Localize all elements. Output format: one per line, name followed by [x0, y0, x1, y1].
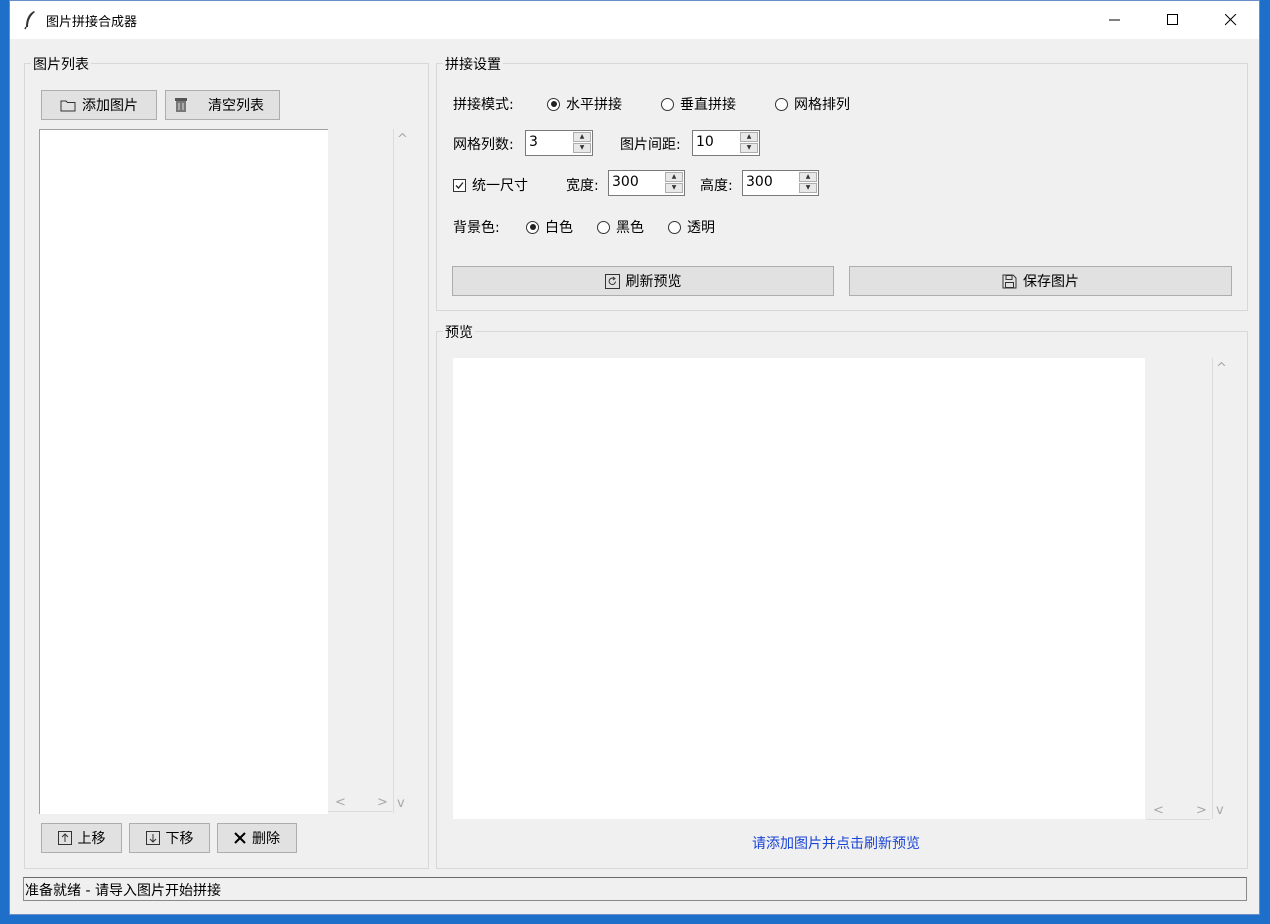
folder-icon [60, 99, 76, 112]
delete-button[interactable]: 删除 [217, 823, 297, 853]
scroll-right-icon[interactable]: > [1196, 803, 1207, 818]
spacing-label: 图片间距: [620, 137, 681, 153]
checkbox-checked-icon [453, 178, 466, 192]
list-vscrollbar[interactable] [393, 129, 394, 813]
arrow-up-icon [57, 831, 72, 845]
width-spinbox[interactable]: ▲▼ [608, 170, 685, 196]
uniform-size-label: 统一尺寸 [472, 178, 528, 194]
height-spinbox[interactable]: ▲▼ [742, 170, 819, 196]
spin-up-icon[interactable]: ▲ [665, 172, 683, 182]
spin-down-icon[interactable]: ▼ [573, 143, 591, 153]
scroll-right-icon[interactable]: > [377, 795, 388, 810]
close-x-icon [234, 832, 246, 844]
scroll-left-icon[interactable]: < [1153, 803, 1164, 818]
save-icon [1002, 274, 1017, 289]
title-bar[interactable]: 图片拼接合成器 [10, 1, 1259, 39]
spin-up-icon[interactable]: ▲ [740, 132, 758, 142]
radio-bg-white[interactable]: 白色 [526, 217, 573, 237]
image-list-label: 图片列表 [31, 54, 91, 74]
radio-horizontal-label: 水平拼接 [566, 97, 622, 113]
preview-canvas[interactable] [453, 358, 1145, 819]
scroll-up-icon[interactable]: ^ [1216, 361, 1227, 376]
radio-bg-white-label: 白色 [545, 220, 573, 236]
radio-vertical-label: 垂直拼接 [680, 97, 736, 113]
move-down-label: 下移 [165, 831, 194, 847]
preview-vscrollbar[interactable] [1212, 358, 1213, 819]
height-input[interactable] [743, 171, 803, 193]
preview-hscrollbar[interactable] [1146, 819, 1210, 820]
bg-color-label: 背景色: [453, 220, 500, 236]
radio-bg-black-label: 黑色 [616, 220, 644, 236]
width-label: 宽度: [566, 178, 599, 194]
trash-icon [174, 97, 188, 113]
radio-grid[interactable]: 网格排列 [775, 94, 850, 114]
uniform-size-checkbox[interactable]: 统一尺寸 [453, 175, 528, 195]
radio-unselected-icon [597, 220, 610, 234]
status-text: 准备就绪 - 请导入图片开始拼接 [25, 883, 221, 899]
move-down-button[interactable]: 下移 [129, 823, 210, 853]
radio-unselected-icon [661, 97, 674, 111]
scroll-down-icon[interactable]: v [397, 796, 405, 811]
settings-label: 拼接设置 [443, 54, 503, 74]
status-bar: 准备就绪 - 请导入图片开始拼接 [23, 877, 1247, 901]
scroll-left-icon[interactable]: < [335, 795, 346, 810]
spin-up-icon[interactable]: ▲ [799, 172, 817, 182]
spin-up-icon[interactable]: ▲ [573, 132, 591, 142]
maximize-button[interactable] [1144, 1, 1202, 39]
refresh-preview-button[interactable]: 刷新预览 [452, 266, 834, 296]
grid-cols-spinbox[interactable]: ▲▼ [525, 130, 593, 156]
clear-list-button[interactable]: 清空列表 [165, 90, 280, 120]
close-button[interactable] [1202, 1, 1260, 39]
radio-bg-transparent-label: 透明 [687, 220, 715, 236]
grid-cols-input[interactable] [526, 131, 577, 153]
width-input[interactable] [609, 171, 669, 193]
spacing-input[interactable] [693, 131, 744, 153]
app-window: 图片拼接合成器 图片列表 添加图片 清空列表 ^ v < > 上移 下移 删除 … [9, 0, 1260, 915]
radio-unselected-icon [775, 97, 788, 111]
move-up-button[interactable]: 上移 [41, 823, 122, 853]
save-image-button[interactable]: 保存图片 [849, 266, 1232, 296]
list-hscrollbar[interactable] [328, 811, 392, 812]
radio-grid-label: 网格排列 [794, 97, 850, 113]
clear-list-label: 清空列表 [208, 98, 264, 114]
radio-bg-black[interactable]: 黑色 [597, 217, 644, 237]
refresh-preview-label: 刷新预览 [625, 274, 682, 290]
radio-bg-transparent[interactable]: 透明 [668, 217, 715, 237]
radio-horizontal[interactable]: 水平拼接 [547, 94, 622, 114]
spin-down-icon[interactable]: ▼ [799, 183, 817, 193]
delete-label: 删除 [252, 831, 280, 847]
spin-down-icon[interactable]: ▼ [740, 143, 758, 153]
radio-selected-icon [526, 220, 539, 234]
image-listbox[interactable] [39, 129, 328, 814]
feather-icon [23, 10, 37, 30]
radio-vertical[interactable]: 垂直拼接 [661, 94, 736, 114]
mode-label: 拼接模式: [453, 97, 514, 113]
scroll-up-icon[interactable]: ^ [397, 132, 408, 147]
radio-unselected-icon [668, 220, 681, 234]
preview-hint: 请添加图片并点击刷新预览 [752, 836, 920, 852]
grid-cols-label: 网格列数: [453, 137, 514, 153]
scroll-down-icon[interactable]: v [1216, 803, 1224, 818]
add-images-button[interactable]: 添加图片 [41, 90, 157, 120]
spacing-spinbox[interactable]: ▲▼ [692, 130, 760, 156]
save-image-label: 保存图片 [1023, 274, 1079, 290]
minimize-button[interactable] [1086, 1, 1144, 39]
window-title: 图片拼接合成器 [46, 15, 138, 30]
spin-down-icon[interactable]: ▼ [665, 183, 683, 193]
arrow-down-icon [145, 831, 160, 845]
add-images-label: 添加图片 [82, 98, 138, 114]
preview-label: 预览 [443, 322, 475, 342]
radio-selected-icon [547, 97, 560, 111]
refresh-icon [604, 273, 620, 289]
height-label: 高度: [700, 178, 733, 194]
move-up-label: 上移 [77, 831, 106, 847]
